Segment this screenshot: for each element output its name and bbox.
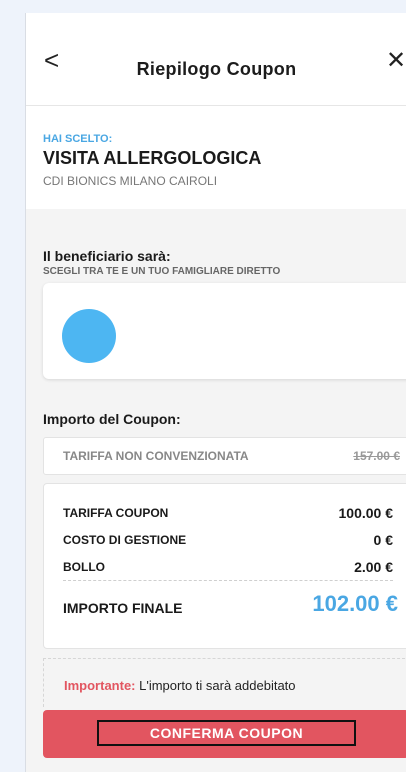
notice-text: Importante: L'importo ti sarà addebitato	[64, 678, 296, 693]
summary-row-value: 100.00 €	[338, 505, 394, 521]
amount-title: Importo del Coupon:	[43, 411, 181, 427]
summary-divider	[63, 580, 393, 581]
price-summary-card: TARIFFA COUPON 100.00 € COSTO DI GESTION…	[43, 483, 406, 649]
beneficiary-avatar[interactable]	[62, 309, 116, 363]
non-convenzionata-row: TARIFFA NON CONVENZIONATA 157.00 €	[43, 437, 406, 475]
final-amount-value: 102.00 €	[312, 591, 398, 616]
summary-row-label: COSTO DI GESTIONE	[63, 533, 187, 547]
summary-row-label: BOLLO	[63, 560, 105, 574]
close-icon[interactable]: ✕	[386, 49, 406, 73]
final-amount-label: IMPORTO FINALE	[63, 600, 183, 616]
summary-row: TARIFFA COUPON 100.00 €	[63, 505, 394, 521]
visit-name: VISITA ALLERGOLOGICA	[43, 148, 262, 168]
beneficiary-title: Il beneficiario sarà:	[43, 248, 171, 264]
summary-row-value: 2.00 €	[354, 559, 393, 575]
important-notice: Importante: L'importo ti sarà addebitato	[43, 658, 406, 707]
confirm-coupon-button[interactable]: CONFERMA COUPON	[43, 710, 406, 758]
non-convenzionata-label: TARIFFA NON CONVENZIONATA	[63, 449, 249, 463]
chosen-label: HAI SCELTO:	[43, 133, 113, 145]
summary-row: BOLLO 2.00 €	[63, 559, 393, 575]
clinic-name: CDI BIONICS MILANO CAIROLI	[43, 174, 218, 188]
summary-row: COSTO DI GESTIONE 0 €	[63, 532, 393, 548]
beneficiary-subtitle: SCEGLI TRA TE E UN TUO FAMIGLIARE DIRETT…	[43, 266, 281, 277]
notice-strong: Importante:	[64, 678, 136, 693]
summary-row-label: TARIFFA COUPON	[63, 506, 169, 520]
top-bar: < Riepilogo Coupon ✕	[26, 13, 406, 106]
page-title: Riepilogo Coupon	[136, 59, 297, 79]
beneficiary-card	[43, 283, 406, 379]
confirm-coupon-label: CONFERMA COUPON	[97, 720, 356, 746]
app-screen: < Riepilogo Coupon ✕ HAI SCELTO: VISITA …	[25, 13, 406, 772]
summary-row-value: 0 €	[373, 532, 393, 548]
chosen-visit-section: HAI SCELTO: VISITA ALLERGOLOGICA CDI BIO…	[26, 106, 406, 208]
notice-body: L'importo ti sarà addebitato	[135, 678, 296, 693]
non-convenzionata-price: 157.00 €	[353, 449, 400, 463]
